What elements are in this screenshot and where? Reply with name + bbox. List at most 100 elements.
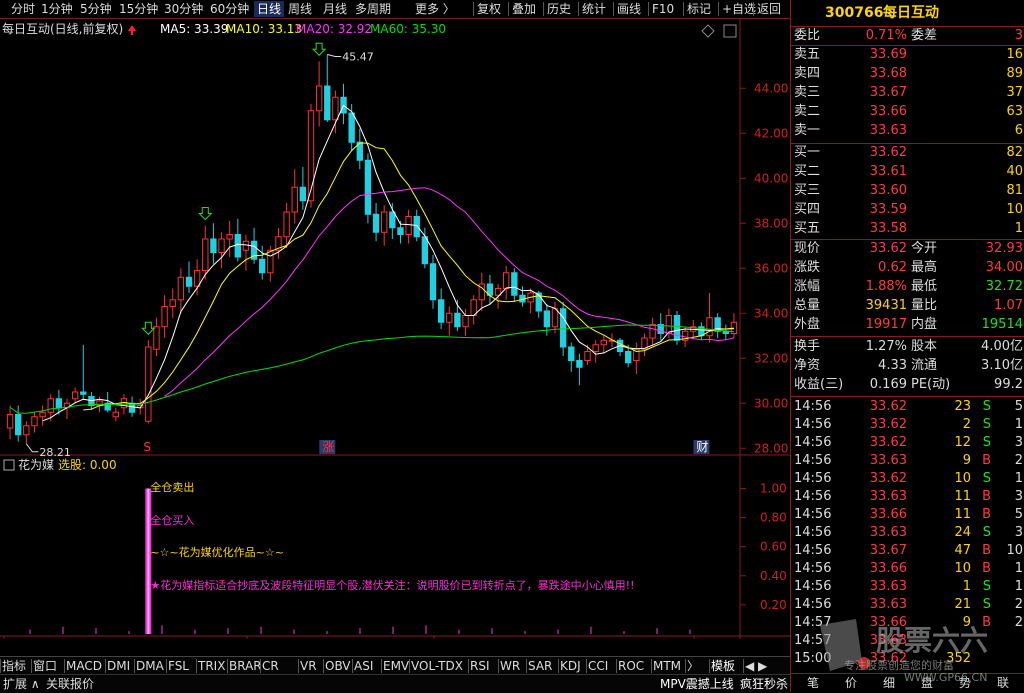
period-tab-3[interactable]: 15分钟: [116, 1, 161, 17]
period-tab-1[interactable]: 1分钟: [38, 1, 76, 17]
stat-value: 32.72: [985, 279, 1023, 294]
toolbar-action-8[interactable]: 返回: [757, 1, 781, 17]
candle: [698, 322, 705, 341]
fundamental-row: 收益(三) 0.169 PE(动) 99.2: [791, 376, 1024, 394]
period-tab-4[interactable]: 30分钟: [161, 1, 206, 17]
tick-time: 14:56: [794, 543, 832, 558]
period-tab-10[interactable]: 更多 〉: [412, 1, 458, 17]
toolbar-action-7[interactable]: +自选: [722, 1, 756, 17]
stat-value: 32.93: [985, 241, 1023, 256]
indicator-tab-7[interactable]: BRAR: [229, 658, 262, 674]
indicator-tab-12[interactable]: EMV: [383, 658, 409, 674]
period-tab-2[interactable]: 5分钟: [77, 1, 115, 17]
kline-chart[interactable]: 每日互动(日线,前复权) MA5: 33.39MA10: 33.13MA20: 3…: [0, 19, 790, 639]
stat-row: 外盘 19917 内盘 19514: [791, 316, 1024, 334]
toolbar-action-5[interactable]: F10: [652, 1, 674, 17]
tick-price: 33.63: [869, 525, 907, 540]
period-tab-0[interactable]: 分时: [8, 1, 38, 17]
tick-price: 33.62: [869, 399, 907, 414]
indicator-tab-3[interactable]: DMI: [107, 658, 130, 674]
stat-label: 最高: [911, 260, 938, 275]
related-quotes-button[interactable]: 关联报价: [46, 676, 94, 692]
indicator-tab-1[interactable]: 窗口: [33, 658, 57, 674]
flash-sale-link[interactable]: 疯狂秒杀: [740, 676, 788, 692]
sell-row-volume: 6: [1014, 123, 1023, 138]
tick-count: 5: [1014, 399, 1023, 414]
candle: [275, 227, 282, 260]
toolbar-action-6[interactable]: 标记: [687, 1, 711, 17]
indicator-tab-21[interactable]: 〉: [687, 658, 699, 674]
tick-row[interactable]: 14:56 33.63 11 B 3: [791, 488, 1024, 506]
indicator-tab-10[interactable]: OBV: [325, 658, 351, 674]
indicator-tab-19[interactable]: ROC: [618, 658, 644, 674]
indicator-tab-5[interactable]: FSL: [168, 658, 189, 674]
tick-row[interactable]: 14:56 33.66 11 B 5: [791, 506, 1024, 524]
tick-row[interactable]: 14:56 33.63 1 S 1: [791, 578, 1024, 596]
gear-icon[interactable]: [3, 459, 15, 471]
indicator-tab-15[interactable]: WR: [500, 658, 520, 674]
bottom-bar: 扩展 ∧ 关联报价 MPV震撼上线 疯狂秒杀: [0, 674, 790, 693]
tick-row[interactable]: 14:56 33.62 10 S 1: [791, 470, 1024, 488]
diamond-icon[interactable]: [701, 24, 715, 38]
indicator-tab-2[interactable]: MACD: [66, 658, 102, 674]
sell-row: 卖一 33.63 6: [791, 122, 1024, 140]
candle: [324, 54, 331, 122]
tick-volume: 10: [954, 561, 971, 576]
indicator-tab-11[interactable]: ASI: [354, 658, 373, 674]
toolbar-action-4[interactable]: 画线: [617, 1, 641, 17]
order-diff-value: 3: [1014, 28, 1023, 43]
candle: [112, 407, 119, 422]
chart-area[interactable]: 每日互动(日线,前复权) MA5: 33.39 MA10: 33.13 MA20: 3…: [0, 19, 790, 639]
indicator-tab-6[interactable]: TRIX: [198, 658, 225, 674]
sell-row-label: 卖三: [794, 85, 821, 100]
toolbar-action-1[interactable]: 叠加: [512, 1, 536, 17]
period-tab-9[interactable]: 多周期: [352, 1, 394, 17]
toolbar-action-0[interactable]: 复权: [477, 1, 501, 17]
indicator-tab-20[interactable]: MTM: [653, 658, 681, 674]
tick-row[interactable]: 14:56 33.63 24 S 3: [791, 524, 1024, 542]
indicator-tab-8[interactable]: CR: [262, 658, 279, 674]
indicator-tab-0[interactable]: 指标: [2, 658, 26, 674]
candle: [486, 275, 494, 305]
tick-count: 1: [1014, 561, 1023, 576]
toolbar-action-2[interactable]: 历史: [547, 1, 571, 17]
event-marker[interactable]: 涨: [319, 439, 336, 454]
indicator-tab-18[interactable]: CCI: [588, 658, 608, 674]
tick-row[interactable]: 14:56 33.63 9 B 2: [791, 452, 1024, 470]
indicator-tick: 0.80: [760, 511, 787, 525]
tick-row[interactable]: 14:56 33.62 2 S 1: [791, 416, 1024, 434]
maximize-icon[interactable]: [723, 24, 737, 38]
period-tab-6[interactable]: 日线: [254, 1, 285, 17]
period-tab-8[interactable]: 月线: [320, 1, 350, 17]
indicator-tab-22[interactable]: 模板: [711, 658, 735, 674]
tick-row[interactable]: 14:56 33.66 10 B 1: [791, 560, 1024, 578]
tick-count: 3: [1014, 435, 1023, 450]
candle: [641, 333, 648, 356]
tick-row[interactable]: 14:56 33.67 47 B 10: [791, 542, 1024, 560]
ma5-label: MA5: 33.39: [160, 22, 228, 36]
indicator-tab-17[interactable]: KDJ: [560, 658, 581, 674]
high-price-label: 45.47: [342, 51, 374, 64]
toolbar-action-3[interactable]: 统计: [582, 1, 606, 17]
candle: [31, 412, 38, 433]
tick-volume: 9: [962, 453, 971, 468]
indicator-tab-4[interactable]: DMA: [136, 658, 164, 674]
event-marker[interactable]: S: [143, 440, 151, 454]
watermark-url: WWW.GP66.CN: [904, 671, 988, 684]
indicator-tab-16[interactable]: SAR: [528, 658, 552, 674]
expand-button[interactable]: 扩展 ∧: [3, 676, 40, 692]
tick-row[interactable]: 14:56 33.62 12 S 3: [791, 434, 1024, 452]
indicator-tab-14[interactable]: RSI: [470, 658, 490, 674]
period-tab-5[interactable]: 60分钟: [207, 1, 252, 17]
tick-row[interactable]: 14:56 33.62 23 S 5: [791, 398, 1024, 416]
mpv-promo-link[interactable]: MPV震撼上线: [660, 676, 734, 692]
event-marker[interactable]: 财: [693, 440, 710, 454]
tick-volume: 12: [954, 435, 971, 450]
indicator-tab-9[interactable]: VR: [300, 658, 317, 674]
period-tab-7[interactable]: 周线: [285, 1, 315, 17]
stat-label: 现价: [794, 241, 821, 256]
candle: [503, 266, 510, 300]
indicator-tab-23[interactable]: ◀ ▶: [745, 658, 767, 674]
indicator-tab-13[interactable]: VOL-TDX: [411, 658, 463, 674]
candle: [600, 335, 607, 354]
